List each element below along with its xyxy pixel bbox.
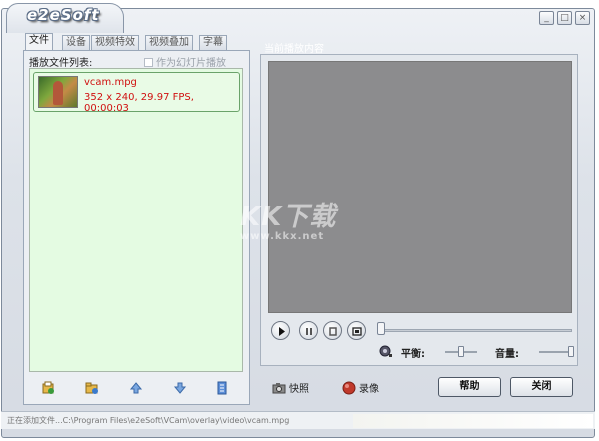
move-down-icon[interactable] [173, 381, 187, 395]
pause-button[interactable] [299, 321, 318, 340]
status-text: 正在添加文件...C:\Program Files\e2eSoft\VCam\o… [7, 416, 290, 425]
add-folder-icon[interactable] [85, 381, 99, 395]
tab-video-overlay[interactable]: 视频叠加 [145, 35, 193, 50]
snapshot-button[interactable]: 快照 [272, 380, 309, 395]
tab-subtitles[interactable]: 字幕 [199, 35, 227, 50]
record-icon [342, 381, 356, 395]
snapshot-label: 快照 [289, 384, 309, 395]
help-button[interactable]: 帮助 [438, 377, 501, 397]
volume-label: 音量: [495, 349, 519, 360]
stop-icon [329, 327, 337, 336]
list-toolbar [24, 373, 249, 403]
close-window-button[interactable]: × [575, 11, 590, 25]
record-label: 录像 [359, 384, 379, 395]
maximize-button[interactable]: □ [557, 11, 572, 25]
balance-slider-handle[interactable] [458, 346, 464, 357]
file-info: 352 x 240, 29.97 FPS, 00:00:03 [84, 92, 194, 114]
status-bar: 正在添加文件...C:\Program Files\e2eSoft\VCam\o… [1, 411, 595, 429]
properties-icon[interactable] [215, 381, 229, 395]
watermark: KK下载 www.kkx.net [240, 196, 370, 252]
tab-video-effects[interactable]: 视频特效 [91, 35, 139, 50]
seek-handle[interactable] [377, 322, 385, 335]
tab-device[interactable]: 设备 [62, 35, 90, 50]
watermark-logo: KK下载 [240, 202, 337, 232]
app-logo: e2eSoft [27, 6, 100, 24]
record-button[interactable]: 录像 [342, 380, 379, 395]
volume-slider-handle[interactable] [568, 346, 574, 357]
file-tab-panel: 播放文件列表: 作为幻灯片播放 vcam.mpg 352 x 240, 29.9… [23, 50, 250, 405]
tab-bar: 文件 设备 视频特效 视频叠加 字幕 [23, 33, 250, 51]
slideshow-checkbox[interactable]: 作为幻灯片播放 [144, 54, 226, 69]
playlist-label: 播放文件列表: [29, 58, 93, 69]
stop-button[interactable] [323, 321, 342, 340]
file-name: vcam.mpg [84, 77, 137, 88]
close-button[interactable]: 关闭 [510, 377, 573, 397]
speaker-icon[interactable] [379, 344, 393, 358]
play-button[interactable] [271, 321, 290, 340]
seek-bar[interactable] [379, 329, 572, 332]
camera-icon [272, 383, 286, 394]
loop-button[interactable] [347, 321, 366, 340]
preview-title: 当前播放内容 [264, 44, 324, 55]
tab-file[interactable]: 文件 [25, 33, 53, 51]
status-progress [353, 414, 593, 428]
list-item[interactable]: vcam.mpg 352 x 240, 29.97 FPS, 00:00:03 [33, 72, 240, 114]
move-up-icon[interactable] [129, 381, 143, 395]
video-thumbnail [38, 76, 78, 108]
watermark-url: www.kkx.net [240, 231, 325, 242]
video-preview [268, 61, 572, 313]
file-list[interactable]: vcam.mpg 352 x 240, 29.97 FPS, 00:00:03 [29, 68, 243, 372]
loop-icon [352, 327, 362, 336]
pause-icon [306, 328, 312, 335]
balance-label: 平衡: [401, 349, 425, 360]
checkbox-box[interactable] [144, 58, 153, 67]
title-tab: e2eSoft [6, 3, 124, 33]
minimize-button[interactable]: _ [539, 11, 554, 25]
left-panel: 文件 设备 视频特效 视频叠加 字幕 播放文件列表: 作为幻灯片播放 vcam.… [23, 33, 250, 405]
add-file-icon[interactable] [41, 381, 55, 395]
play-icon [279, 327, 285, 336]
